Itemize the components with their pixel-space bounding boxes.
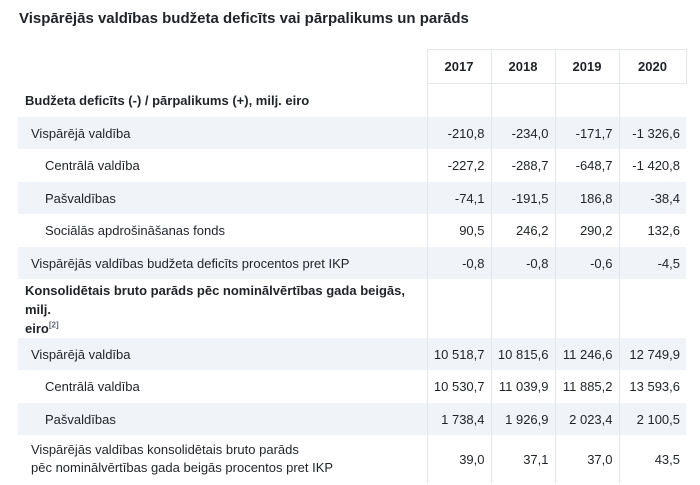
cell-value: 1 738,4 xyxy=(426,403,491,435)
cell-value: 11 885,2 xyxy=(554,370,619,403)
row-label: Sociālās apdrošināšanas fonds xyxy=(45,223,225,238)
table-row: Pašvaldības -74,1 -191,5 186,8 -38,4 xyxy=(18,182,686,214)
table-row: Sociālās apdrošināšanas fonds 90,5 246,2… xyxy=(18,214,686,247)
cell-value: -1 326,6 xyxy=(618,117,686,149)
cell-value: 11 039,9 xyxy=(490,370,555,403)
header-blank-cell xyxy=(18,50,427,84)
cell-value: -0,8 xyxy=(490,247,555,279)
row-label: Centrālā valdība xyxy=(45,379,140,394)
cell-value: 186,8 xyxy=(554,182,619,214)
year-header: 2018 xyxy=(490,49,555,84)
cell-value: 90,5 xyxy=(426,214,491,247)
row-label: Vispārējā valdība xyxy=(18,117,427,149)
cell-value: -288,7 xyxy=(490,149,555,182)
year-header: 2020 xyxy=(618,49,687,84)
table-row: Vispārējās valdības konsolidētais bruto … xyxy=(18,435,686,483)
cell-value: 2 023,4 xyxy=(554,403,619,435)
cell-value: 43,5 xyxy=(618,435,686,483)
cell-value: -0,6 xyxy=(554,247,619,279)
cell-value: 37,1 xyxy=(490,435,555,483)
cell-value: -171,7 xyxy=(554,117,619,149)
cell-value: 132,6 xyxy=(618,214,686,247)
cell-value: -234,0 xyxy=(490,117,555,149)
cell-value: -4,5 xyxy=(618,247,686,279)
table-row: Vispārējās valdības budžeta deficīts pro… xyxy=(18,247,686,279)
section-header-row: Konsolidētais bruto parāds pēc nominālvē… xyxy=(18,279,686,338)
footnote-link[interactable]: [2] xyxy=(49,321,59,330)
cell-value: -210,8 xyxy=(426,117,491,149)
row-label: Pašvaldības xyxy=(18,403,427,435)
cell-value: -227,2 xyxy=(426,149,491,182)
row-label-line1: Vispārējās valdības konsolidētais bruto … xyxy=(31,442,299,457)
budget-table: 2017 2018 2019 2020 Budžeta deficīts (-)… xyxy=(18,49,687,483)
cell-value: 290,2 xyxy=(554,214,619,247)
year-header: 2019 xyxy=(554,49,619,84)
section-heading: Konsolidētais bruto parāds pēc nominālvē… xyxy=(18,279,427,338)
section-header-row: Budžeta deficīts (-) / pārpalikums (+), … xyxy=(18,83,686,117)
row-label: Centrālā valdība xyxy=(45,158,140,173)
cell-value: 2 100,5 xyxy=(618,403,686,435)
row-label: Vispārējās valdības budžeta deficīts pro… xyxy=(18,247,427,279)
cell-value: 10 815,6 xyxy=(490,338,555,370)
row-label-line2: pēc nominālvērtības gada beigās procento… xyxy=(31,460,334,475)
cell-value: 39,0 xyxy=(426,435,491,483)
cell-value: 1 926,9 xyxy=(490,403,555,435)
cell-value: 12 749,9 xyxy=(618,338,686,370)
cell-value: -74,1 xyxy=(426,182,491,214)
row-label: Vispārējās valdības konsolidētais bruto … xyxy=(18,435,427,483)
table-row: Vispārējā valdība 10 518,7 10 815,6 11 2… xyxy=(18,338,686,370)
section-heading-line1: Konsolidētais bruto parāds pēc nominālvē… xyxy=(25,283,405,317)
cell-value: -191,5 xyxy=(490,182,555,214)
page-title: Vispārējās valdības budžeta deficīts vai… xyxy=(19,10,469,27)
cell-value: -38,4 xyxy=(618,182,686,214)
cell-value: 13 593,6 xyxy=(618,370,686,403)
cell-value: 11 246,6 xyxy=(554,338,619,370)
table-row: Vispārējā valdība -210,8 -234,0 -171,7 -… xyxy=(18,117,686,149)
header-row: 2017 2018 2019 2020 xyxy=(18,49,687,84)
cell-value: 246,2 xyxy=(490,214,555,247)
cell-value: 10 530,7 xyxy=(426,370,491,403)
table-row: Pašvaldības 1 738,4 1 926,9 2 023,4 2 10… xyxy=(18,403,686,435)
cell-value: -648,7 xyxy=(554,149,619,182)
table-row: Centrālā valdība -227,2 -288,7 -648,7 -1… xyxy=(18,149,686,182)
cell-value: -1 420,8 xyxy=(618,149,686,182)
year-header: 2017 xyxy=(426,49,491,84)
table-row: Centrālā valdība 10 530,7 11 039,9 11 88… xyxy=(18,370,686,403)
cell-value: -0,8 xyxy=(426,247,491,279)
row-label: Vispārējā valdība xyxy=(18,338,427,370)
section-heading-line2: eiro xyxy=(25,321,49,336)
cell-value: 37,0 xyxy=(554,435,619,483)
section-heading: Budžeta deficīts (-) / pārpalikums (+), … xyxy=(25,92,310,108)
row-label: Pašvaldības xyxy=(18,182,427,214)
cell-value: 10 518,7 xyxy=(426,338,491,370)
